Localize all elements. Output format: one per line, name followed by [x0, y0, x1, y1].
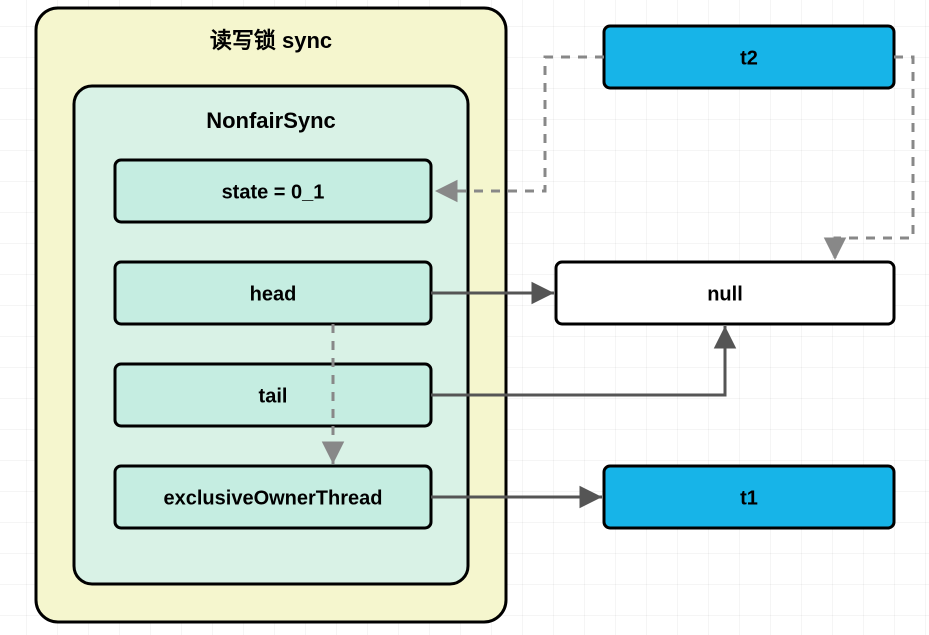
inner-title: NonfairSync — [206, 108, 336, 133]
field-owner-label: exclusiveOwnerThread — [164, 487, 383, 509]
node-t2-label: t2 — [740, 47, 758, 69]
node-t1-label: t1 — [740, 487, 758, 509]
field-head-label: head — [250, 283, 297, 305]
outer-title: 读写锁 sync — [210, 28, 332, 53]
field-state-label: state = 0_1 — [222, 181, 325, 203]
diagram-canvas: 读写锁 sync NonfairSync state = 0_1 head ta… — [0, 0, 929, 635]
node-null-label: null — [707, 283, 743, 305]
field-tail-label: tail — [259, 385, 288, 407]
